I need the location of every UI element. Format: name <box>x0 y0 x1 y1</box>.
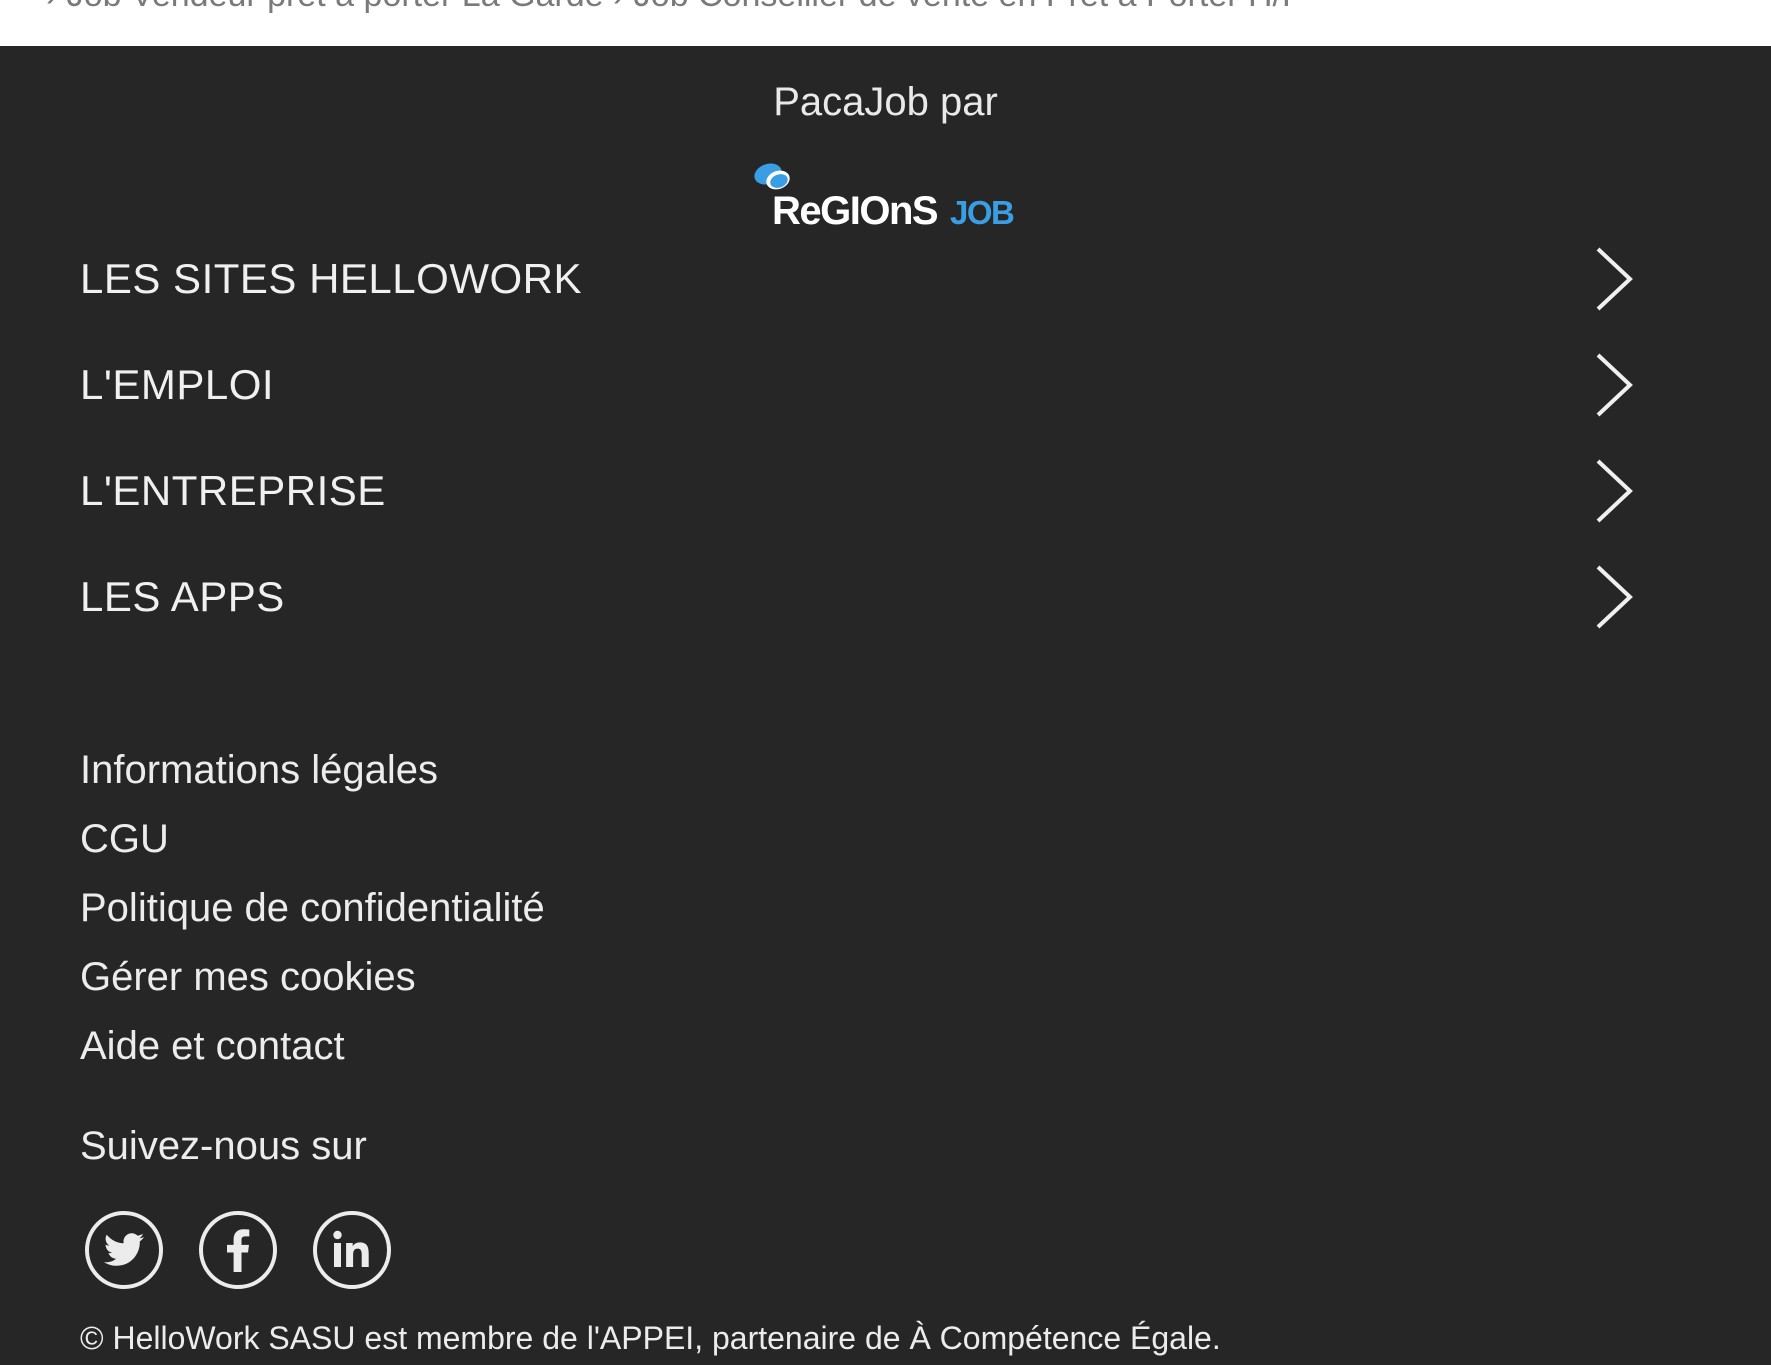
legal-link-informations[interactable]: Informations légales <box>80 736 545 805</box>
regionsjob-logo[interactable]: ReGIOnS JOB <box>748 156 1028 236</box>
related-job-link[interactable]: › Job Vendeur prêt à porter La Garde › J… <box>46 0 1303 15</box>
twitter-icon[interactable] <box>84 1210 164 1290</box>
brand-line: PacaJob par <box>773 80 998 124</box>
nav-entreprise[interactable]: L'ENTREPRISE <box>80 441 1670 541</box>
copyright-text: © HelloWork SASU est membre de l'APPEI, … <box>80 1320 1221 1356</box>
logo-text-accent: JOB <box>950 194 1014 231</box>
chevron-right-icon <box>1596 459 1633 523</box>
nav-label: LES APPS <box>80 573 285 620</box>
site-footer: PacaJob par ReGIOnS JOB LES SITES HELLOW… <box>0 46 1771 1365</box>
legal-link-cookies[interactable]: Gérer mes cookies <box>80 943 545 1012</box>
follow-us-label: Suivez-nous sur <box>80 1124 367 1168</box>
chevron-right-icon <box>1596 247 1633 311</box>
facebook-icon[interactable] <box>198 1210 278 1290</box>
legal-link-cgu[interactable]: CGU <box>80 805 545 874</box>
related-links-strip: › Job Vendeur prêt à porter La Garde › J… <box>0 0 1771 46</box>
linkedin-icon[interactable] <box>312 1210 392 1290</box>
chevron-right-icon <box>1596 565 1633 629</box>
legal-link-privacy[interactable]: Politique de confidentialité <box>80 874 545 943</box>
nav-label: L'ENTREPRISE <box>80 467 386 514</box>
nav-label: LES SITES HELLOWORK <box>80 255 582 302</box>
nav-label: L'EMPLOI <box>80 361 275 408</box>
nav-apps[interactable]: LES APPS <box>80 547 1670 647</box>
chevron-right-icon <box>1596 353 1633 417</box>
legal-link-help[interactable]: Aide et contact <box>80 1012 545 1081</box>
nav-emploi[interactable]: L'EMPLOI <box>80 335 1670 435</box>
legal-links: Informations légales CGU Politique de co… <box>80 736 545 1081</box>
nav-sites-hellowork[interactable]: LES SITES HELLOWORK <box>80 229 1670 329</box>
logo-text-main: ReGIOnS <box>772 189 938 233</box>
social-links <box>84 1210 392 1290</box>
